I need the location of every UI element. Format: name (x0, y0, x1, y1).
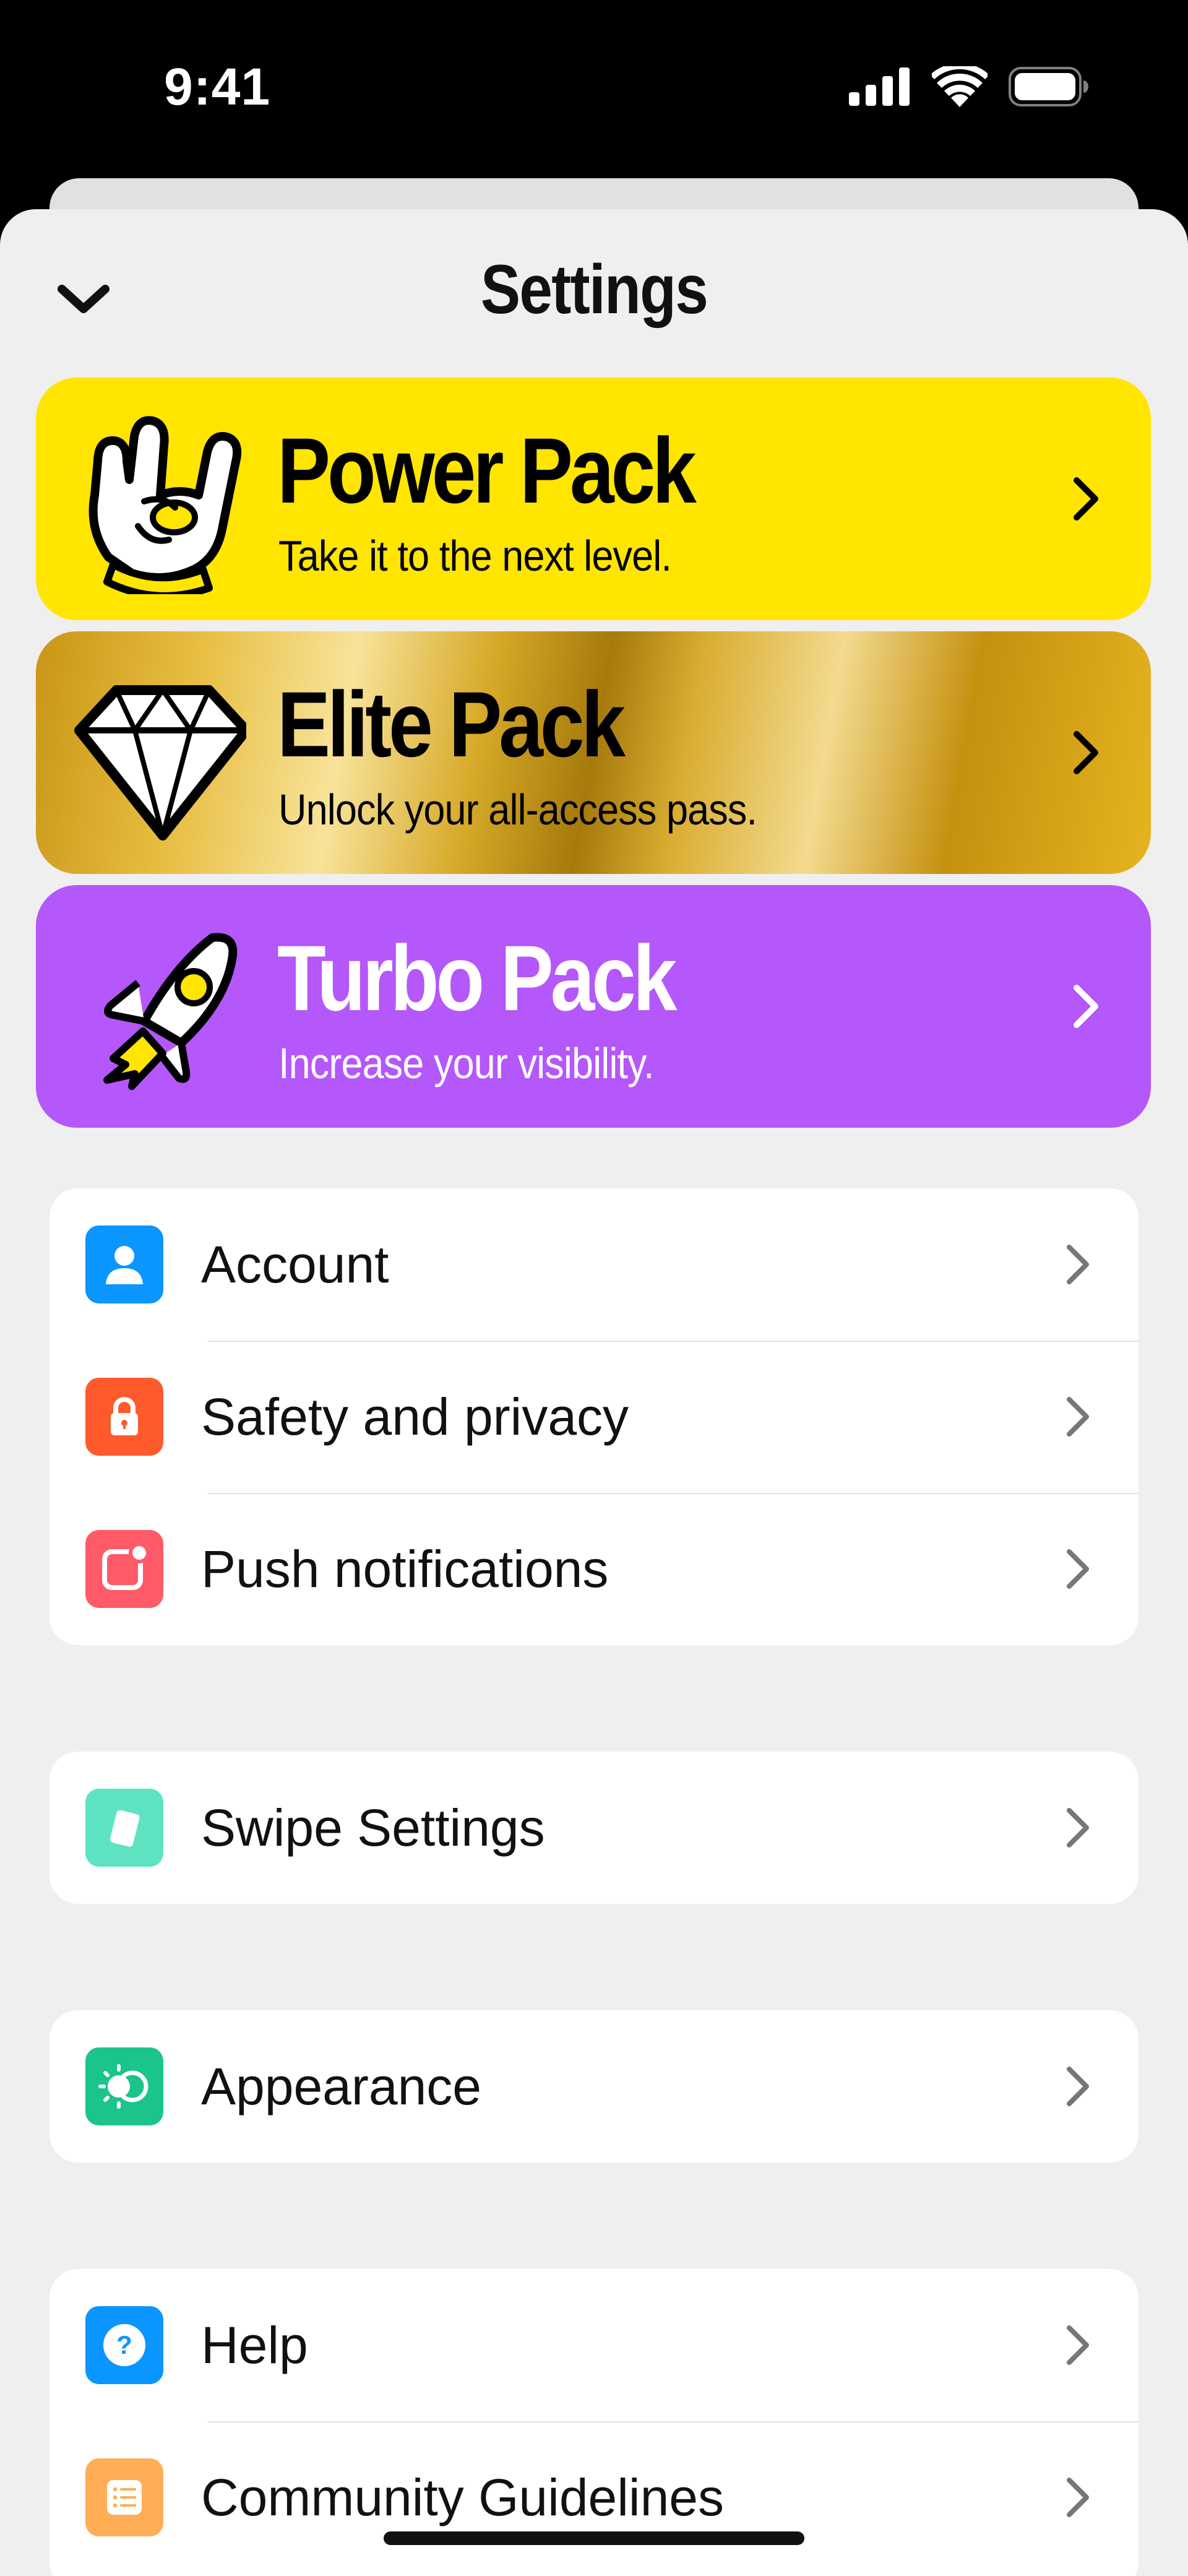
settings-group-swipe: Swipe Settings (50, 1752, 1138, 1904)
power-pack-banner[interactable]: Power Pack Take it to the next level. (36, 378, 1151, 620)
pack-title: Elite Pack (277, 672, 626, 776)
chevron-right-icon (1067, 2478, 1089, 2517)
wifi-icon (932, 66, 988, 107)
chevron-right-icon (1074, 477, 1098, 521)
turbo-pack-banner[interactable]: Turbo Pack Increase your visibility. (36, 885, 1151, 1128)
home-indicator[interactable] (384, 2531, 804, 2545)
status-icons (849, 62, 1089, 111)
elite-pack-banner[interactable]: Elite Pack Unlock your all-access pass. (36, 631, 1151, 874)
pack-title: Turbo Pack (277, 926, 678, 1030)
chevron-right-icon (1067, 1549, 1089, 1589)
settings-row-community-guidelines[interactable]: Community Guidelines (50, 2421, 1138, 2574)
chevron-right-icon (1067, 1245, 1089, 1284)
row-label: Appearance (201, 2057, 482, 2116)
settings-group-help: ? Help Community Guidelines (50, 2269, 1138, 2576)
settings-row-safety-privacy[interactable]: Safety and privacy (50, 1341, 1138, 1493)
rocket-icon (103, 933, 238, 1090)
settings-row-swipe-settings[interactable]: Swipe Settings (50, 1752, 1138, 1904)
status-time: 9:41 (164, 58, 271, 116)
pack-title: Power Pack (277, 418, 697, 522)
settings-row-account[interactable]: Account (50, 1188, 1138, 1341)
help-icon: ? (85, 2306, 163, 2384)
person-icon (85, 1225, 163, 1303)
svg-text:?: ? (116, 2330, 132, 2359)
row-label: Push notifications (201, 1540, 609, 1598)
header: Settings (0, 209, 1188, 364)
chevron-right-icon (1074, 731, 1098, 774)
settings-sheet: Settings Power Pack Take it to the next … (0, 209, 1188, 2576)
row-label: Help (201, 2316, 308, 2374)
card-icon (85, 1789, 163, 1867)
settings-row-appearance[interactable]: Appearance (50, 2010, 1138, 2163)
cellular-signal-icon (849, 67, 910, 106)
settings-row-push-notifications[interactable]: Push notifications (50, 1493, 1138, 1645)
settings-group-appearance: Appearance (50, 2010, 1138, 2163)
notification-icon (85, 1530, 163, 1608)
appearance-icon (85, 2047, 163, 2125)
chevron-right-icon (1067, 2067, 1089, 2106)
pack-subtitle: Increase your visibility. (278, 1039, 654, 1087)
page-title: Settings (480, 251, 708, 328)
chevron-right-icon (1074, 985, 1098, 1028)
chevron-right-icon (1067, 1808, 1089, 1848)
pack-subtitle: Take it to the next level. (278, 532, 672, 580)
settings-row-help[interactable]: ? Help (50, 2269, 1138, 2421)
lock-icon (85, 1378, 163, 1456)
row-label: Swipe Settings (201, 1799, 545, 1857)
row-label: Community Guidelines (201, 2468, 725, 2526)
guidelines-icon (85, 2458, 163, 2536)
battery-icon (1009, 67, 1088, 106)
chevron-right-icon (1067, 1397, 1089, 1437)
diamond-icon (74, 685, 246, 841)
row-label: Safety and privacy (201, 1388, 629, 1446)
status-bar: 9:41 (0, 0, 1188, 179)
row-label: Account (201, 1235, 389, 1294)
pack-subtitle: Unlock your all-access pass. (278, 785, 757, 834)
rock-hand-icon (88, 416, 242, 594)
settings-group-account: Account Safety and privacy Push notifica… (50, 1188, 1138, 1645)
chevron-right-icon (1067, 2325, 1089, 2365)
